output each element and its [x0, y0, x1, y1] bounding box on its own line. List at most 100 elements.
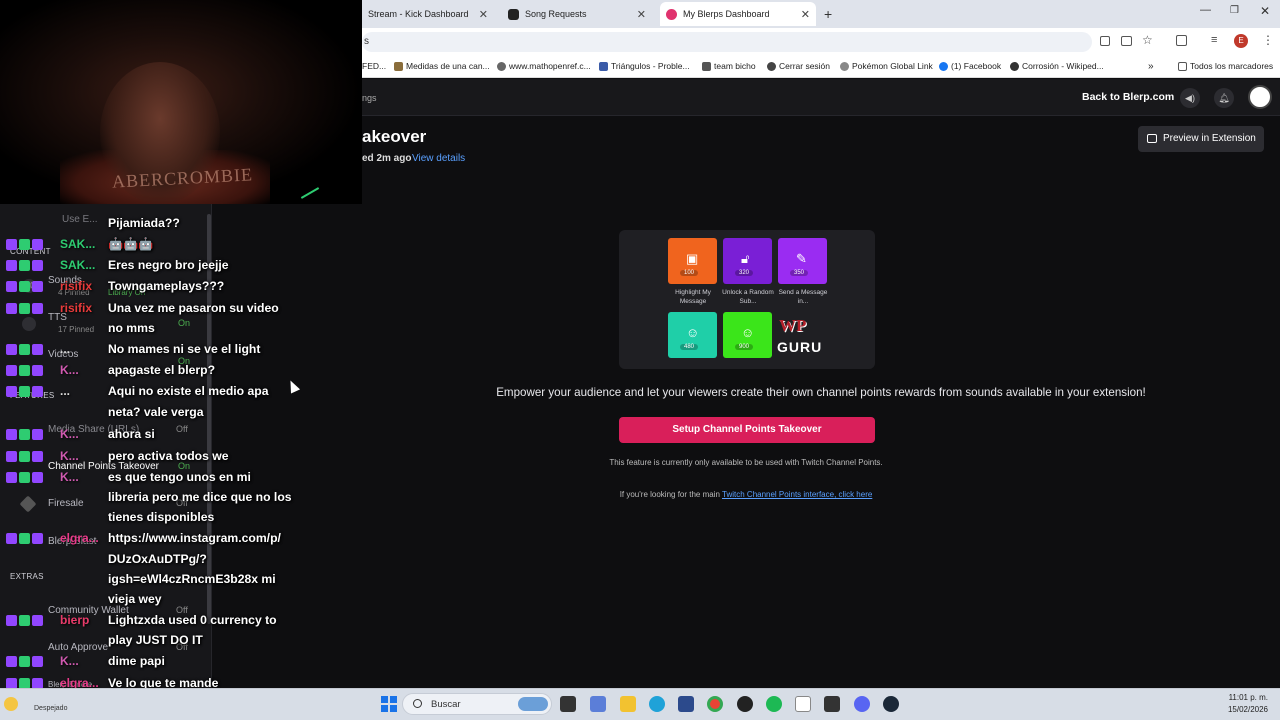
back-to-blerp-link[interactable]: Back to Blerp.com	[1082, 91, 1174, 103]
badge-icon	[32, 429, 43, 440]
bookmark-label: Todos los marcadores	[1190, 61, 1274, 71]
steam-icon[interactable]	[883, 696, 899, 712]
chat-username[interactable]: K...	[60, 449, 79, 463]
preview-in-extension-button[interactable]: Preview in Extension	[1138, 126, 1264, 152]
clock-time[interactable]: 11:01 p. m.	[1216, 693, 1268, 702]
bookmark-item[interactable]: Pokémon Global Link	[840, 61, 933, 71]
badge-icon	[19, 303, 30, 314]
chat-badges	[6, 303, 43, 314]
install-app-icon[interactable]	[1121, 36, 1132, 46]
bookmark-item[interactable]: Medidas de una can...	[394, 61, 490, 71]
bell-icon[interactable]: 🔔︎	[1214, 88, 1234, 108]
menu-kebab-icon[interactable]: ⋮	[1262, 33, 1274, 47]
chat-username[interactable]: ...	[60, 384, 70, 398]
vpn-icon[interactable]	[795, 696, 811, 712]
close-window-icon[interactable]: ✕	[1260, 4, 1270, 18]
bookmark-item[interactable]: (1) Facebook	[939, 61, 1001, 71]
bookmark-item[interactable]: Cerrar sesión	[767, 61, 830, 71]
smiley-icon: ☺	[686, 325, 700, 340]
more-bookmarks-icon[interactable]: »	[1148, 61, 1154, 72]
clock-date[interactable]: 15/02/2026	[1216, 705, 1268, 714]
breadcrumb[interactable]: ngs	[362, 93, 377, 103]
obs-icon[interactable]	[737, 696, 753, 712]
chat-badges	[6, 429, 43, 440]
chat-badges	[6, 344, 43, 355]
smiley-icon: ☺	[741, 325, 755, 340]
chat-username[interactable]: K...	[60, 654, 79, 668]
bookmark-item[interactable]: www.mathopenref.c...	[497, 61, 591, 71]
discord-icon[interactable]	[854, 696, 870, 712]
setup-channel-points-button[interactable]: Setup Channel Points Takeover	[619, 417, 875, 443]
tile-points: 320	[735, 270, 754, 276]
store-icon[interactable]	[678, 696, 694, 712]
badge-icon	[32, 344, 43, 355]
bookmark-item[interactable]: Corrosión - Wikiped...	[1010, 61, 1104, 71]
twitch-channel-points-link[interactable]: Twitch Channel Points interface, click h…	[722, 490, 872, 499]
badge-icon	[19, 344, 30, 355]
chat-text: Towngameplays???	[108, 279, 225, 293]
feature-description: Empower your audience and let your viewe…	[496, 386, 1146, 399]
windows-start-icon[interactable]	[381, 696, 397, 712]
tab-kick-dashboard[interactable]: Stream - Kick Dashboard ✕	[362, 2, 494, 26]
chat-username[interactable]: elgra...	[60, 531, 99, 545]
volume-icon[interactable]: ◀)	[1180, 88, 1200, 108]
url-bar[interactable]: s	[362, 32, 1092, 52]
chat-username[interactable]: K...	[60, 427, 79, 441]
chat-username[interactable]: SAK...	[60, 258, 95, 272]
user-avatar[interactable]	[1248, 85, 1272, 109]
chrome-icon[interactable]	[707, 696, 723, 712]
chat-username[interactable]: ...	[60, 342, 70, 356]
bookmark-label: team bicho	[714, 61, 756, 71]
chat-username[interactable]: risifix	[60, 279, 92, 293]
edge-icon[interactable]	[649, 696, 665, 712]
pokeball-icon	[840, 61, 849, 71]
chat-text: play JUST DO IT	[108, 633, 203, 647]
tab-my-blerps-dashboard[interactable]: My Blerps Dashboard ✕	[660, 2, 816, 26]
profile-initial: E	[1238, 36, 1244, 45]
chat-text: Pijamiada??	[108, 216, 180, 230]
close-tab-icon[interactable]: ✕	[479, 8, 488, 21]
file-explorer-icon[interactable]	[620, 696, 636, 712]
tile-points: 100	[680, 270, 699, 276]
capcut-icon[interactable]	[824, 696, 840, 712]
chat-text: ahora si	[108, 427, 155, 441]
terminal-icon[interactable]	[560, 696, 576, 712]
minimize-icon[interactable]: —	[1200, 4, 1211, 16]
chat-username[interactable]: risifix	[60, 301, 92, 315]
teams-icon[interactable]	[590, 696, 606, 712]
view-details-link[interactable]: View details	[412, 153, 465, 164]
chat-message: K... ahora si	[0, 425, 362, 443]
updated-timestamp: ed 2m ago	[362, 153, 412, 164]
chat-username[interactable]: K...	[60, 470, 79, 484]
guru-logo: GURU	[777, 339, 823, 355]
bookmark-label: Triángulos - Proble...	[611, 61, 690, 71]
badge-icon	[6, 260, 17, 271]
close-tab-icon[interactable]: ✕	[637, 8, 646, 21]
chat-username[interactable]: K...	[60, 363, 79, 377]
translate-icon[interactable]	[1100, 36, 1110, 46]
bookmark-star-icon[interactable]: ☆	[1142, 33, 1153, 47]
chat-message: igsh=eWl4czRncmE3b28x mi	[0, 570, 362, 588]
new-tab-icon[interactable]: +	[824, 6, 832, 22]
extensions-icon[interactable]	[1176, 35, 1187, 46]
chat-username[interactable]: bierp	[60, 613, 89, 627]
chat-username[interactable]: SAK...	[60, 237, 95, 251]
bookmark-item[interactable]: FED...	[362, 61, 386, 71]
badge-icon	[32, 260, 43, 271]
chat-message: Pijamiada??	[0, 214, 362, 232]
tab-song-requests[interactable]: Song Requests ✕	[502, 2, 652, 26]
close-tab-icon[interactable]: ✕	[801, 8, 810, 21]
reward-tile: ✎ 350	[778, 238, 827, 284]
spotify-favicon-icon	[508, 8, 519, 20]
all-bookmarks-folder[interactable]: Todos los marcadores	[1178, 61, 1273, 71]
profile-avatar[interactable]: E	[1234, 34, 1248, 48]
restore-icon[interactable]: ❐	[1230, 5, 1239, 16]
reading-list-icon[interactable]: ≡	[1211, 34, 1217, 46]
bookmark-label: Pokémon Global Link	[852, 61, 933, 71]
bookmark-item[interactable]: Triángulos - Proble...	[599, 61, 690, 71]
bookmark-item[interactable]: team bicho	[702, 61, 756, 71]
bookmark-favicon-icon	[394, 61, 403, 71]
chat-message: ... Aqui no existe el medio apa	[0, 382, 362, 400]
tab-title: Song Requests	[525, 9, 587, 19]
spotify-icon[interactable]	[766, 696, 782, 712]
